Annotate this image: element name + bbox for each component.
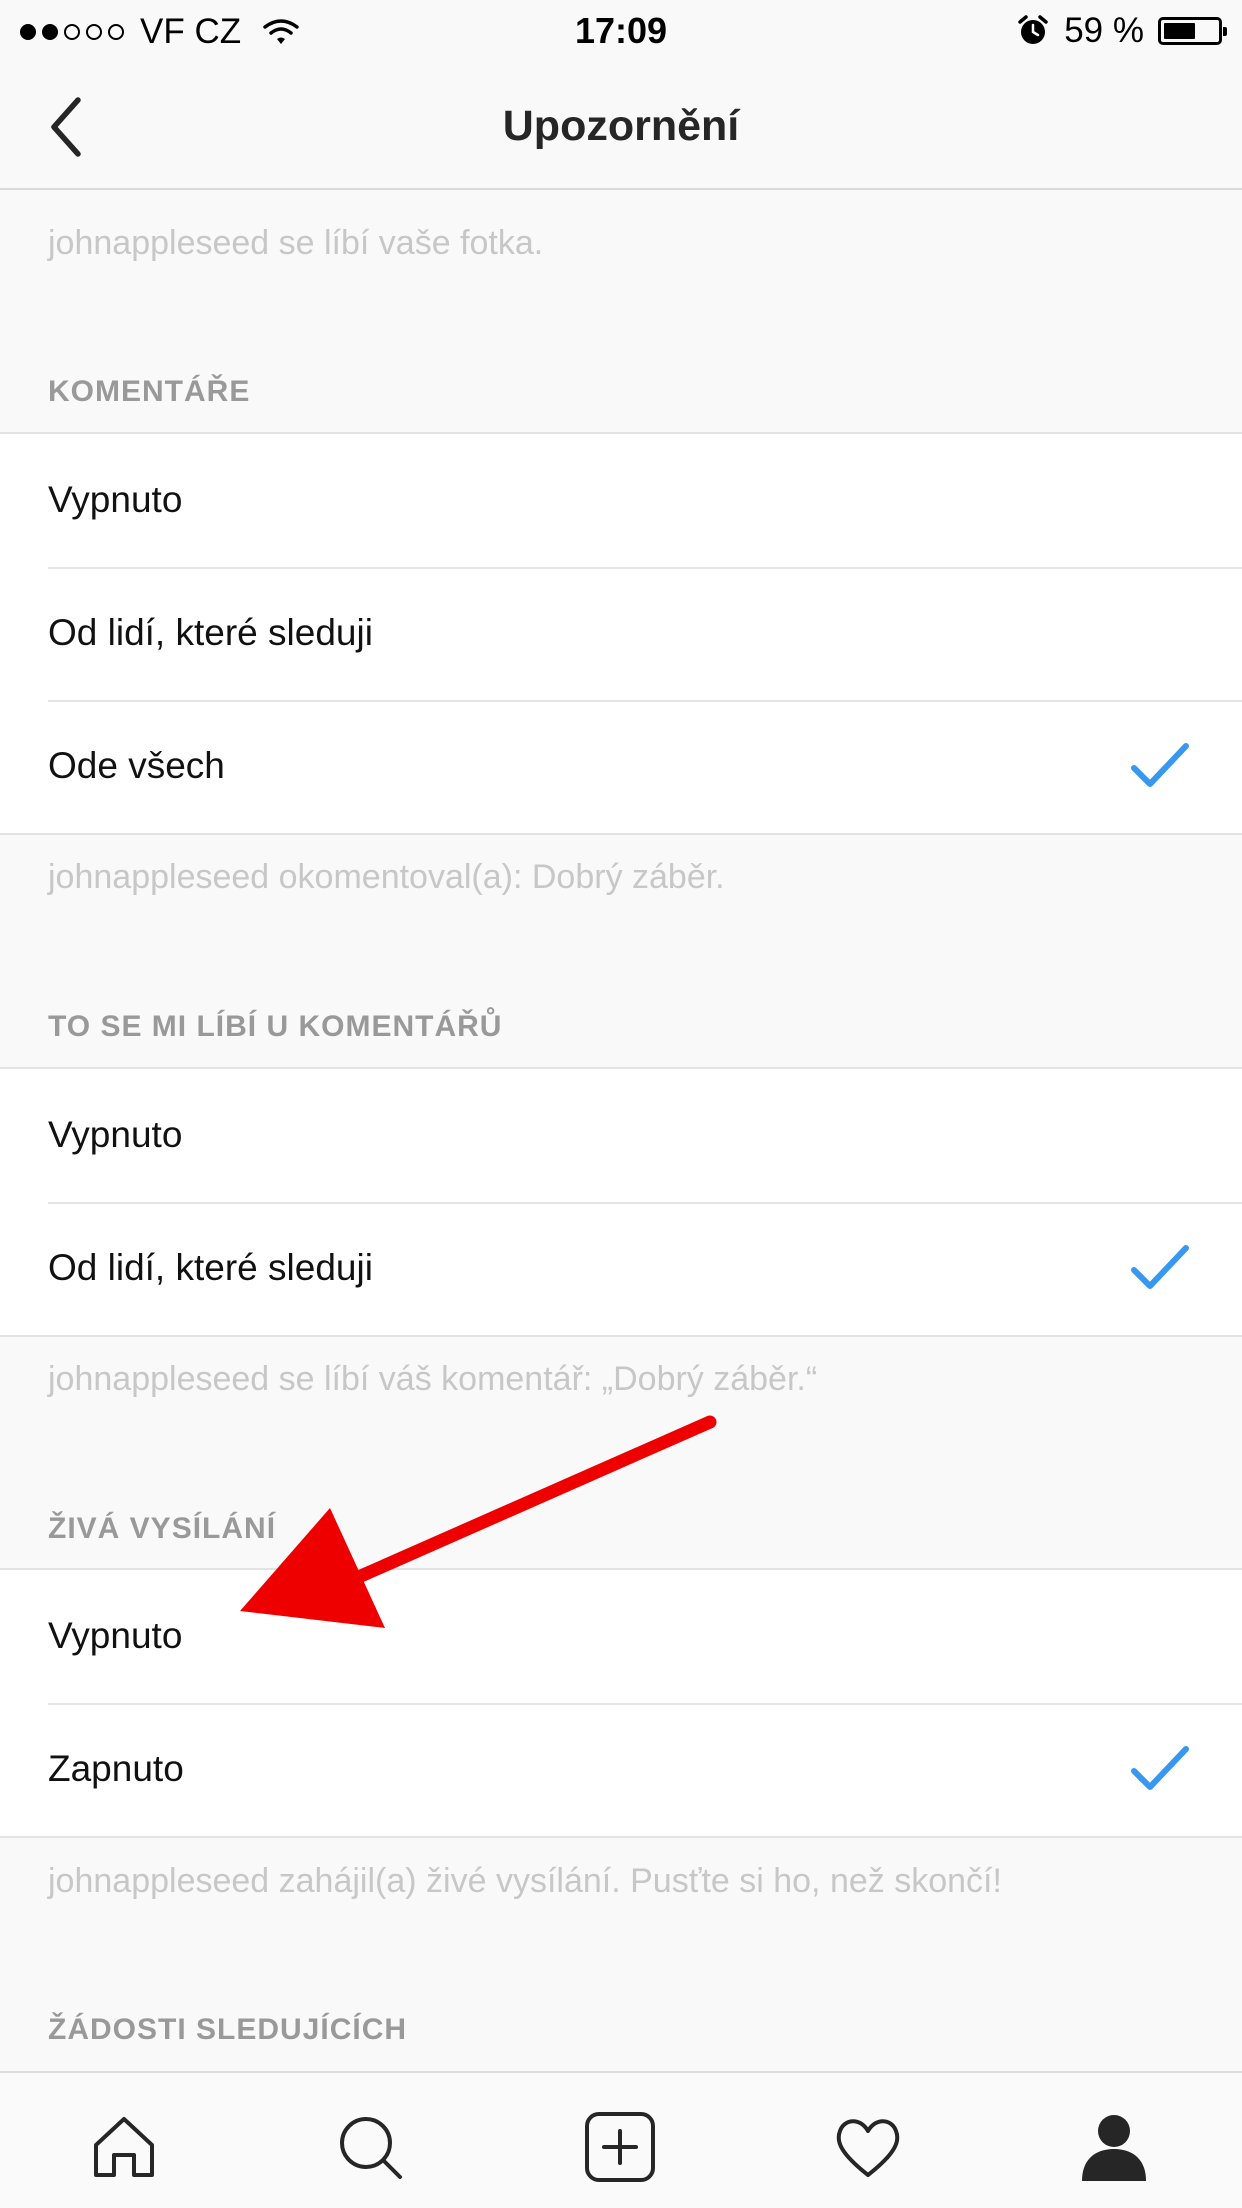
page-title: Upozornění (502, 102, 740, 150)
option-label: Od lidí, které sleduji (48, 1247, 373, 1288)
comment-likes-options: Vypnuto Od lidí, které sleduji (0, 1067, 1242, 1337)
comment-likes-option-off[interactable]: Vypnuto (0, 1069, 1242, 1202)
nav-bar: Upozornění (0, 62, 1242, 190)
add-post-icon (585, 2112, 655, 2182)
activity-heart-icon (836, 2119, 900, 2177)
live-example-note: johnappleseed zahájil(a) živé vysílání. … (48, 1862, 1002, 1900)
comments-option-everyone[interactable]: Ode všech (0, 700, 1242, 833)
status-bar: VF CZ 17:09 59 % (0, 0, 1242, 62)
comment-likes-section-header: TO SE MI LÍBÍ U KOMENTÁŘŮ (48, 1010, 503, 1043)
live-option-off[interactable]: Vypnuto (0, 1570, 1242, 1703)
comments-option-following[interactable]: Od lidí, které sleduji (0, 567, 1242, 700)
comments-option-off[interactable]: Vypnuto (0, 434, 1242, 567)
battery-percent: 59 % (1064, 11, 1144, 50)
live-options: Vypnuto Zapnuto (0, 1568, 1242, 1838)
status-right: 59 % (1016, 11, 1227, 51)
likes-example-note: johnappleseed se líbí vaše fotka. (48, 224, 544, 262)
comments-section-header: KOMENTÁŘE (48, 375, 251, 408)
comment-likes-example-note: johnappleseed se líbí váš komentář: „Dob… (48, 1360, 818, 1398)
tab-bar (0, 2071, 1242, 2208)
tab-search[interactable] (334, 2111, 406, 2183)
checkmark-icon (1131, 1746, 1189, 1790)
option-label: Zapnuto (48, 1748, 184, 1789)
checkmark-icon (1131, 1245, 1189, 1289)
search-icon (340, 2117, 402, 2179)
option-label: Od lidí, které sleduji (48, 612, 373, 653)
option-label: Vypnuto (48, 1615, 183, 1656)
tab-home[interactable] (88, 2111, 160, 2183)
tab-profile[interactable] (1078, 2111, 1150, 2183)
comment-likes-option-following[interactable]: Od lidí, které sleduji (0, 1202, 1242, 1335)
tab-activity[interactable] (832, 2111, 904, 2183)
battery-level (1164, 23, 1195, 39)
comments-example-note: johnappleseed okomentoval(a): Dobrý zábě… (48, 858, 725, 896)
profile-icon (1082, 2115, 1146, 2181)
tab-add-post[interactable] (584, 2111, 656, 2183)
home-icon (94, 2117, 154, 2177)
checkmark-icon (1131, 743, 1189, 787)
live-option-on[interactable]: Zapnuto (0, 1703, 1242, 1836)
comments-options: Vypnuto Od lidí, které sleduji Ode všech (0, 432, 1242, 835)
option-label: Vypnuto (48, 1114, 183, 1155)
battery-icon (1158, 17, 1227, 45)
alarm-icon (1018, 15, 1048, 44)
option-label: Vypnuto (48, 479, 183, 520)
option-label: Ode všech (48, 745, 225, 786)
follow-requests-section-header: ŽÁDOSTI SLEDUJÍCÍCH (48, 2013, 408, 2046)
live-section-header: ŽIVÁ VYSÍLÁNÍ (48, 1512, 277, 1545)
